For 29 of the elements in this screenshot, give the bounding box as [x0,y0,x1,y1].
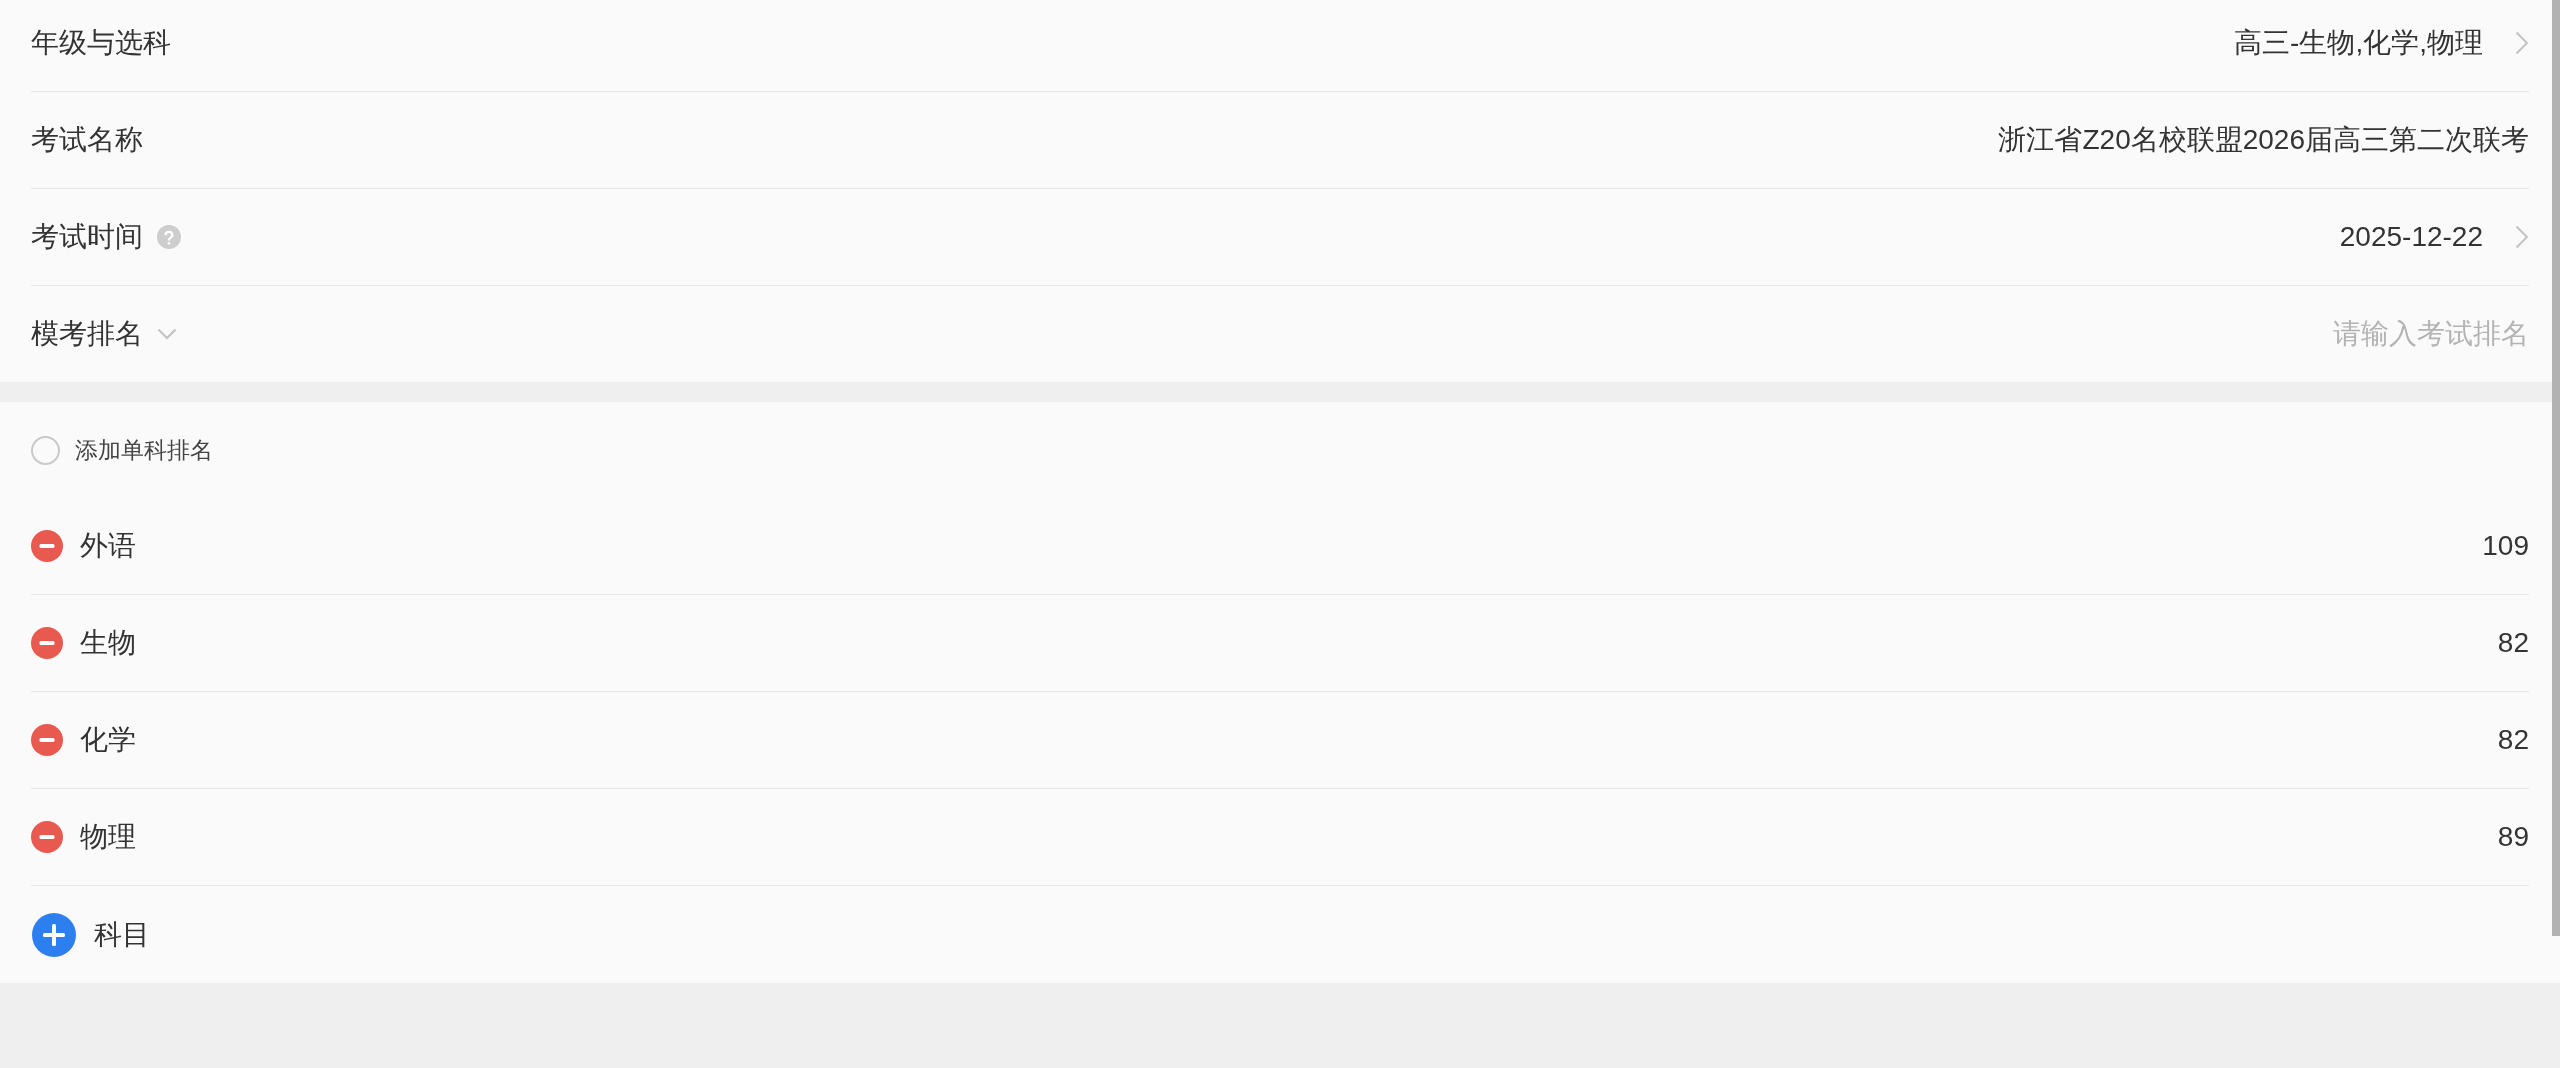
field-value: 2025-12-22 [2339,221,2483,253]
add-icon[interactable] [32,912,76,957]
checkbox-label[interactable]: 添加单科排名 [75,434,213,466]
subject-rank: 82 [2497,724,2529,756]
caret-down-icon[interactable] [157,328,177,340]
subject-name: 生物 [80,626,136,660]
field-label: 年级与选科 [31,25,171,60]
field-label: 模考排名 [31,317,143,351]
field-label: 考试时间 [31,220,143,254]
subject-rank: 82 [2497,627,2529,659]
subject-name: 化学 [80,723,136,757]
field-value: 高三-生物,化学,物理 [2234,25,2483,60]
subject-rank: 109 [2482,530,2529,562]
remove-icon[interactable] [31,821,63,853]
chevron-right-icon[interactable] [2515,225,2529,249]
help-icon[interactable] [157,225,181,249]
checkbox[interactable] [31,435,60,465]
field-label: 考试名称 [31,123,143,157]
remove-icon[interactable] [31,530,63,562]
scrollbar-thumb[interactable] [2552,0,2560,936]
field-value: 浙江省Z20名校联盟2026届高三第二次联考 [1998,123,2529,157]
chevron-right-icon[interactable] [2515,30,2529,55]
subject-name: 外语 [80,529,136,563]
subject-name: 物理 [80,820,136,854]
remove-icon[interactable] [31,724,63,756]
add-subject-button[interactable]: 科目 [32,912,150,957]
subject-rank: 89 [2497,821,2529,853]
remove-icon[interactable] [31,627,63,659]
input-field[interactable]: 请输入考试排名 [2289,314,2529,354]
